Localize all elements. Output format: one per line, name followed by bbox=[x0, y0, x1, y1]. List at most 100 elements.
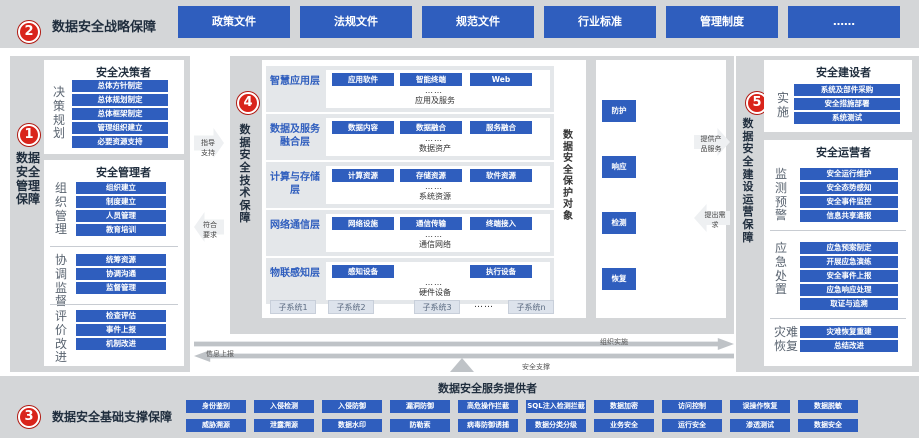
layer-item: 网络设施 bbox=[332, 217, 394, 230]
report-arrow bbox=[194, 350, 734, 362]
manager-cat: 评价改进 bbox=[54, 309, 67, 365]
strategy-title: 数据安全战略保障 bbox=[52, 20, 157, 35]
layer-item: 应用软件 bbox=[332, 73, 394, 86]
manager-item: 监督管理 bbox=[76, 282, 166, 294]
operator-item: 安全运行维护 bbox=[800, 168, 898, 180]
strategy-item: 规范文件 bbox=[422, 6, 534, 38]
layer-item: 数据内容 bbox=[332, 121, 394, 134]
manager-item: 机制改进 bbox=[76, 338, 166, 350]
operator-cat: 应急处置 bbox=[774, 241, 787, 297]
operator-divider bbox=[770, 318, 906, 319]
guide-label: 指导支持 bbox=[201, 139, 215, 157]
action-item: 防护 bbox=[602, 100, 636, 122]
manager-divider bbox=[50, 246, 178, 247]
base-item: 运行安全 bbox=[662, 419, 722, 432]
subsystem: 子系统n bbox=[508, 300, 554, 314]
base-item: 身份鉴别 bbox=[186, 400, 246, 413]
manager-title: 安全管理者 bbox=[96, 166, 151, 179]
operator-item: 安全态势感知 bbox=[800, 182, 898, 194]
layer-sub: 硬件设备 bbox=[419, 288, 451, 297]
layer-label: 物联感知层 bbox=[270, 268, 320, 279]
strategy-item: 管理制度 bbox=[666, 6, 778, 38]
manager-item: 协调沟通 bbox=[76, 268, 166, 280]
base-item: SQL注入检测拦截 bbox=[526, 400, 586, 413]
decision-item: 必要资源支持 bbox=[72, 136, 168, 148]
layer-item: 执行设备 bbox=[470, 265, 532, 278]
base-item: 病毒防御诱捕 bbox=[458, 419, 518, 432]
base-item: 数据加密 bbox=[594, 400, 654, 413]
subsystem: 子系统1 bbox=[270, 300, 316, 314]
layer-label: 智慧应用层 bbox=[270, 76, 320, 87]
manager-item: 检查评估 bbox=[76, 310, 166, 322]
provider-title: 数据安全服务提供者 bbox=[438, 382, 537, 395]
manager-item: 组织建立 bbox=[76, 182, 166, 194]
layer-item: 存储资源 bbox=[400, 169, 462, 182]
badge-1: 1 bbox=[18, 124, 40, 146]
layer-dots: …… bbox=[425, 86, 443, 95]
manager-item: 统筹资源 bbox=[76, 254, 166, 266]
layer-dots: …… bbox=[425, 230, 443, 239]
build-title: 数据安全建设运营保障 bbox=[742, 117, 754, 244]
layer-item: 感知设备 bbox=[332, 265, 394, 278]
action-item: 检测 bbox=[602, 212, 636, 234]
request-label: 提出需求 bbox=[704, 211, 726, 229]
base-item: 误操作恢复 bbox=[730, 400, 790, 413]
report-label: 信息上报 bbox=[206, 350, 234, 358]
base-item: 数据分类分级 bbox=[526, 419, 586, 432]
operator-item: 总结改进 bbox=[800, 340, 898, 352]
operator-item: 取证与追溯 bbox=[800, 298, 898, 310]
builder-cat: 实施 bbox=[776, 91, 789, 119]
layer-sub: 系统资源 bbox=[419, 192, 451, 201]
operator-item: 开展应急演练 bbox=[800, 256, 898, 268]
provide-label: 提供产品服务 bbox=[700, 135, 722, 153]
decision-item: 管理组织建立 bbox=[72, 122, 168, 134]
manager-item: 事件上报 bbox=[76, 324, 166, 336]
builder-item: 系统测试 bbox=[794, 112, 900, 124]
subsystem: 子系统3 bbox=[414, 300, 460, 314]
decision-title: 安全决策者 bbox=[96, 66, 151, 79]
decision-item: 总体方针制定 bbox=[72, 80, 168, 92]
layer-dots: …… bbox=[425, 278, 443, 287]
mgmt-title: 数据安全管理保障 bbox=[16, 151, 41, 207]
layer-item: 服务融合 bbox=[470, 121, 532, 134]
action-item: 恢复 bbox=[602, 268, 636, 290]
layer-item: 终端接入 bbox=[470, 217, 532, 230]
base-item: 数据安全 bbox=[798, 419, 858, 432]
org-label: 组织实施 bbox=[600, 338, 628, 346]
layer-item: Web bbox=[470, 73, 532, 86]
operator-item: 应急预案制定 bbox=[800, 242, 898, 254]
operator-item: 安全事件上报 bbox=[800, 270, 898, 282]
operator-item: 安全事件监控 bbox=[800, 196, 898, 208]
layer-label: 网络通信层 bbox=[270, 220, 320, 231]
base-item: 入侵检测 bbox=[254, 400, 314, 413]
badge-4: 4 bbox=[237, 92, 259, 114]
layer-label: 数据及服务融合层 bbox=[270, 124, 320, 148]
base-item: 访问控制 bbox=[662, 400, 722, 413]
strategy-item: 政策文件 bbox=[178, 6, 290, 38]
base-title: 数据安全基础支撑保障 bbox=[52, 410, 173, 424]
operator-item: 信息共享通报 bbox=[800, 210, 898, 222]
operator-divider bbox=[770, 230, 906, 231]
strategy-item: 法规文件 bbox=[300, 6, 412, 38]
operator-item: 应急响应处理 bbox=[800, 284, 898, 296]
operator-item: 灾难恢复重建 bbox=[800, 326, 898, 338]
decision-cat: 决策规划 bbox=[52, 85, 65, 141]
base-item: 数据脱敏 bbox=[798, 400, 858, 413]
manager-divider bbox=[50, 304, 178, 305]
operator-title: 安全运营者 bbox=[816, 146, 871, 159]
layer-dots: …… bbox=[425, 134, 443, 143]
base-item: 数据水印 bbox=[322, 419, 382, 432]
operator-cat: 灾难恢复 bbox=[774, 325, 799, 353]
base-item: 防勒索 bbox=[390, 419, 450, 432]
manager-item: 教育培训 bbox=[76, 224, 166, 236]
layer-item: 数据融合 bbox=[400, 121, 462, 134]
comply-label: 符合要求 bbox=[203, 221, 217, 239]
decision-item: 总体框架制定 bbox=[72, 108, 168, 120]
support-label: 安全支撑 bbox=[522, 363, 550, 371]
layer-sub: 应用及服务 bbox=[415, 96, 455, 105]
strategy-item: …… bbox=[788, 6, 900, 38]
org-arrow bbox=[194, 338, 734, 350]
subsystem-dots: …… bbox=[474, 300, 494, 310]
subsystem: 子系统2 bbox=[328, 300, 374, 314]
layer-sub: 通信网络 bbox=[419, 240, 451, 249]
